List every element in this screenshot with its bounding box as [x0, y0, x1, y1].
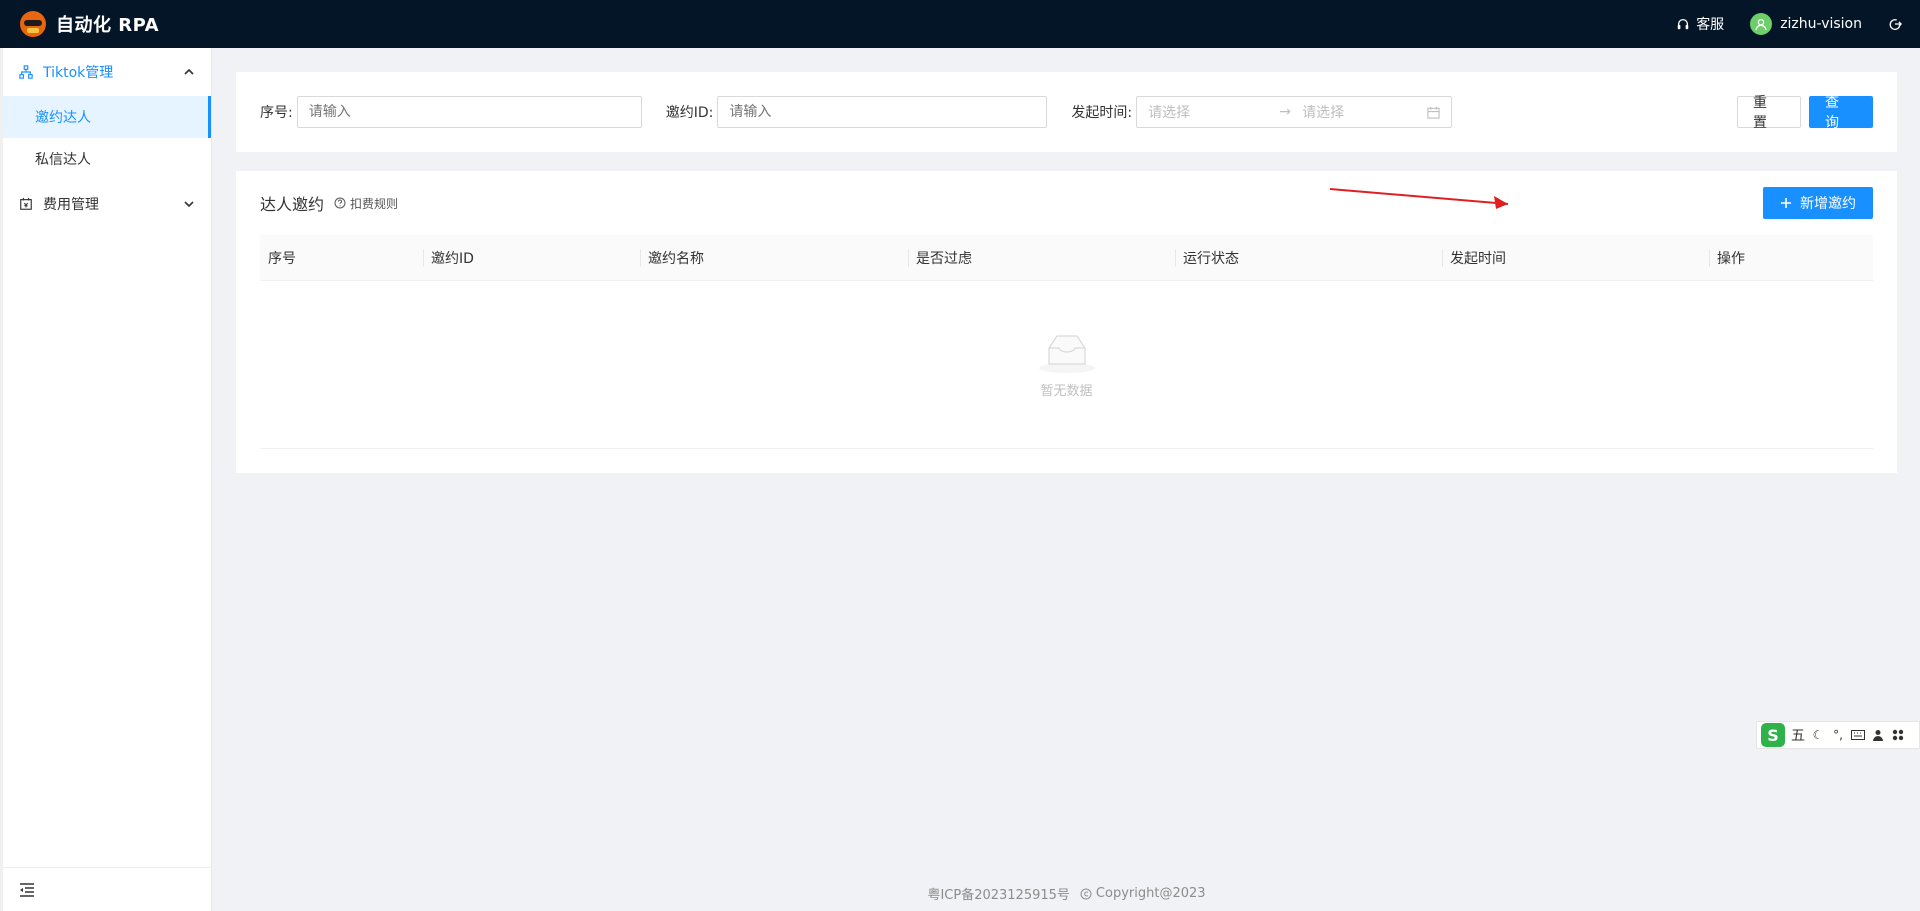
empty-state: 暂无数据	[260, 281, 1873, 449]
copyright-text: Copyright@2023	[1095, 886, 1206, 901]
serial-field: 序号:	[260, 96, 642, 128]
table-toolbar: 达人邀约 扣费规则 新增邀约	[260, 171, 1873, 235]
username: zizhu-vision	[1780, 16, 1862, 32]
keyboard-icon[interactable]	[1851, 728, 1865, 742]
question-circle-icon	[334, 197, 346, 209]
date-range-picker[interactable]: 请选择 → 请选择	[1136, 96, 1453, 128]
column-header[interactable]: 邀约ID	[423, 235, 640, 281]
ime-mode[interactable]: 五	[1791, 725, 1805, 745]
serial-input[interactable]	[296, 96, 642, 128]
reset-button[interactable]: 重 置	[1737, 95, 1801, 131]
billing-rules-label: 扣费规则	[350, 196, 399, 211]
annotation-arrow-icon	[1329, 188, 1509, 209]
sidebar-group-tiktok-left: Tiktok管理	[19, 62, 113, 82]
moon-icon[interactable]: ☾	[1811, 728, 1825, 742]
serial-label: 序号:	[260, 105, 293, 121]
user-menu[interactable]: zizhu-vision	[1750, 13, 1862, 35]
empty-inbox-icon	[1038, 335, 1095, 373]
billing-icon	[20, 197, 32, 210]
app-title: 自动化 RPA	[56, 15, 160, 36]
sogou-logo-icon: S	[1761, 723, 1785, 747]
logout-button[interactable]	[1888, 17, 1902, 31]
chevron-up-icon	[184, 68, 194, 75]
avatar	[1750, 13, 1773, 35]
sidebar-item-dm-creators[interactable]: 私信达人	[3, 138, 211, 180]
page-footer: 粤ICP备2023125915号 Copyright@2023	[213, 884, 1920, 903]
user-icon	[1755, 18, 1767, 31]
punctuation-icon[interactable]: °,	[1831, 728, 1845, 742]
add-invite-label: 新增邀约	[1800, 196, 1856, 212]
menu-fold-icon	[20, 882, 34, 897]
grid-icon[interactable]	[1891, 728, 1905, 742]
range-end-placeholder[interactable]: 请选择	[1302, 102, 1422, 122]
add-invite-button[interactable]: 新增邀约	[1763, 187, 1873, 219]
billing-rules-link[interactable]: 扣费规则	[334, 195, 398, 212]
invite-id-label: 邀约ID:	[665, 105, 714, 121]
column-header[interactable]: 操作	[1709, 235, 1873, 281]
brand[interactable]: 自动化 RPA	[20, 11, 159, 37]
range-start-placeholder[interactable]: 请选择	[1148, 102, 1268, 122]
main-content: 序号: 邀约ID: 发起时间: 请选择 → 请选择 重 置 查 询	[213, 48, 1920, 911]
copyright-icon	[1080, 888, 1092, 899]
sidebar-group-label: 费用管理	[43, 197, 99, 213]
column-header[interactable]: 邀约名称	[640, 235, 908, 281]
copyright: Copyright@2023	[1080, 884, 1206, 903]
sidebar-group-billing[interactable]: 费用管理	[3, 180, 211, 228]
sitemap-icon	[19, 65, 33, 79]
header-actions: 客服 zizhu-vision	[1676, 13, 1902, 35]
ime-toolbar[interactable]: S 五 ☾ °,	[1756, 721, 1920, 749]
sidebar-collapse[interactable]	[3, 867, 211, 911]
support-label: 客服	[1696, 17, 1725, 33]
support-button[interactable]: 客服	[1676, 14, 1724, 34]
start-time-field: 发起时间: 请选择 → 请选择	[1071, 96, 1453, 128]
column-header[interactable]: 序号	[260, 235, 423, 281]
sidebar: Tiktok管理 邀约达人 私信达人 费用管理	[0, 48, 212, 911]
column-header[interactable]: 是否过虑	[908, 235, 1175, 281]
sidebar-group-billing-left: 费用管理	[19, 194, 99, 214]
filter-card: 序号: 邀约ID: 发起时间: 请选择 → 请选择 重 置 查 询	[236, 72, 1897, 152]
sidebar-group-label: Tiktok管理	[43, 65, 114, 81]
query-button[interactable]: 查 询	[1809, 95, 1873, 131]
calendar-icon	[1427, 106, 1440, 119]
column-header[interactable]: 运行状态	[1175, 235, 1442, 281]
table-header: 序号 邀约ID 邀约名称 是否过虑 运行状态 发起时间 操作	[260, 235, 1873, 281]
arrow-right-icon: →	[1279, 104, 1291, 120]
invite-id-field: 邀约ID:	[666, 96, 1048, 128]
app-logo-icon	[20, 11, 46, 37]
logout-icon	[1889, 19, 1902, 30]
invite-id-input[interactable]	[717, 96, 1048, 128]
sidebar-group-tiktok[interactable]: Tiktok管理	[3, 48, 211, 96]
top-header: 自动化 RPA 客服 zizhu-vision	[0, 0, 1920, 48]
table-title: 达人邀约	[260, 195, 325, 214]
table-card: 达人邀约 扣费规则 新增邀约 序号 邀约ID 邀约名称 是否过虑 运行状态 发起…	[236, 171, 1897, 473]
empty-text: 暂无数据	[1040, 384, 1093, 399]
table-title-wrap: 达人邀约 扣费规则	[260, 191, 398, 215]
plus-icon	[1781, 198, 1791, 208]
start-time-label: 发起时间:	[1071, 105, 1133, 121]
column-header[interactable]: 发起时间	[1442, 235, 1709, 281]
chevron-down-icon	[184, 201, 194, 208]
person-icon[interactable]	[1871, 728, 1885, 742]
sidebar-item-invite-creators[interactable]: 邀约达人	[3, 96, 211, 138]
filter-actions: 重 置 查 询	[1737, 95, 1873, 131]
icp-link[interactable]: 粤ICP备2023125915号	[927, 884, 1069, 903]
headset-icon	[1677, 18, 1689, 30]
